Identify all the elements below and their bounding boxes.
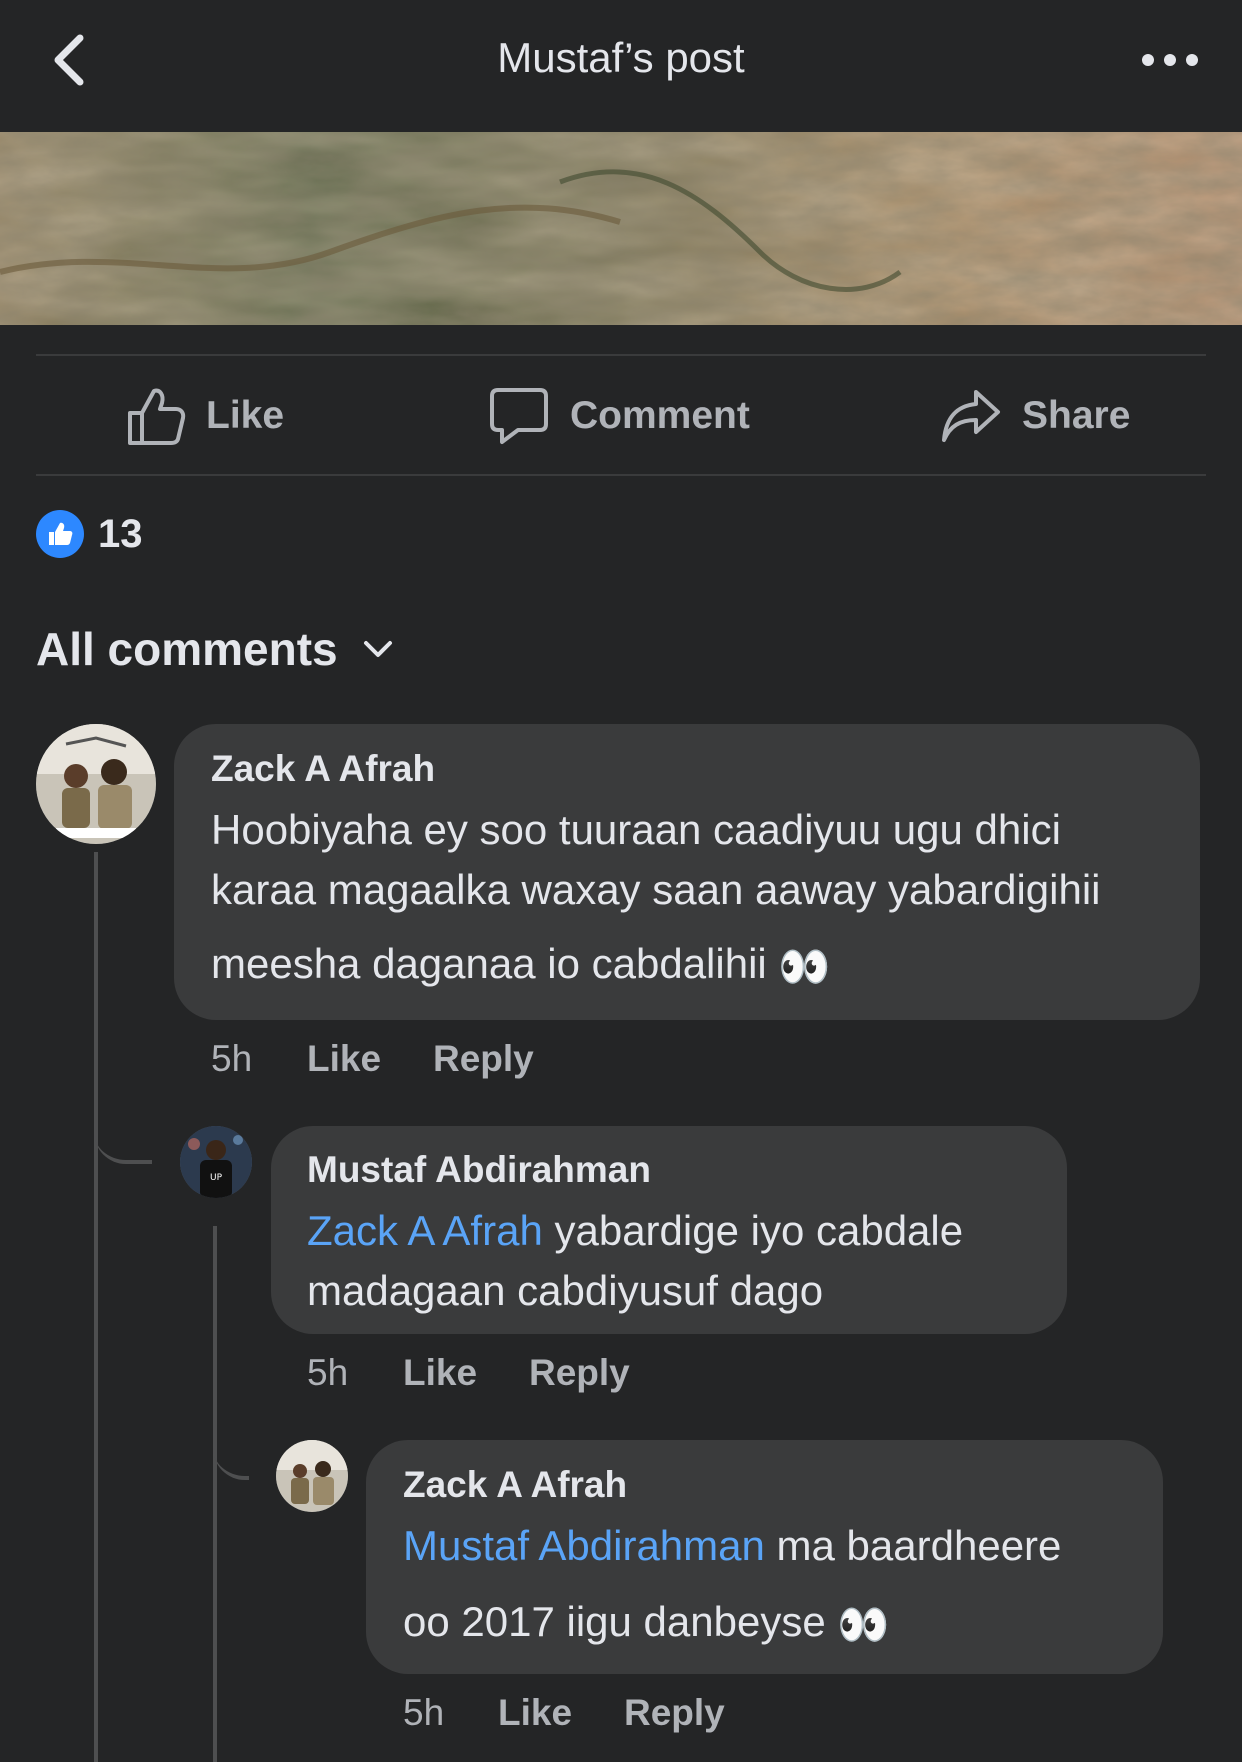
like-label: Like: [206, 394, 285, 437]
mention-link[interactable]: Mustaf Abdirahman: [403, 1522, 765, 1569]
comments-filter-label: All comments: [36, 623, 338, 675]
thread-line-level1: [94, 852, 98, 1762]
comment-author[interactable]: Mustaf Abdirahman: [307, 1149, 651, 1191]
share-arrow-icon: [942, 390, 1000, 442]
comment-like-button[interactable]: Like: [498, 1692, 572, 1734]
comment-reply-button[interactable]: Reply: [624, 1692, 725, 1734]
comment-timestamp: 5h: [403, 1692, 445, 1733]
comment-text-line: oo 2017 iigu danbeyse 👀: [403, 1598, 890, 1649]
thread-connector-reply1: [94, 1100, 152, 1164]
satellite-map-image: [0, 132, 1242, 325]
reaction-summary[interactable]: 13: [36, 510, 143, 558]
share-button[interactable]: Share: [940, 380, 1130, 452]
post-image[interactable]: [0, 132, 1242, 325]
divider-top: [36, 354, 1206, 356]
comment-text-line: Hoobiyaha ey soo tuuraan caadiyuu ugu dh…: [211, 806, 1061, 853]
mention-link[interactable]: Zack A Afrah: [307, 1207, 543, 1254]
avatar-zack-a-afrah[interactable]: [36, 724, 156, 844]
comment-text-line: karaa magaalka waxay saan aaway yabardig…: [211, 866, 1101, 913]
comment-reply-button[interactable]: Reply: [529, 1352, 630, 1394]
divider-bottom: [36, 474, 1206, 476]
chevron-down-icon: [363, 641, 392, 657]
share-label: Share: [1022, 394, 1131, 437]
comment-button[interactable]: Comment: [488, 380, 750, 452]
comment-timestamp: 5h: [211, 1038, 253, 1079]
avatar-mustaf-abdirahman[interactable]: UP: [180, 1126, 252, 1198]
reaction-count: 13: [98, 511, 143, 556]
like-button[interactable]: Like: [126, 380, 284, 452]
comment-text-line: Zack A Afrah yabardige iyo cabdale: [307, 1207, 964, 1254]
comment-label: Comment: [570, 394, 750, 437]
comment-like-button[interactable]: Like: [403, 1352, 477, 1394]
comment-reply-button[interactable]: Reply: [433, 1038, 534, 1080]
thumbs-up-outline-icon: [128, 388, 186, 445]
svg-text:UP: UP: [210, 1173, 223, 1183]
eyes-emoji: 👀: [778, 941, 831, 991]
comment-author[interactable]: Zack A Afrah: [211, 748, 435, 790]
comment-author[interactable]: Zack A Afrah: [403, 1464, 627, 1506]
comment-text-line: meesha daganaa io cabdalihii 👀: [211, 940, 831, 991]
comment-bubble-icon: [490, 388, 548, 444]
eyes-emoji: 👀: [837, 1599, 890, 1649]
page-title: Mustaf’s post: [497, 34, 745, 81]
top-bar: Mustaf’s post: [0, 0, 1242, 130]
avatar-zack-a-afrah[interactable]: [276, 1440, 348, 1512]
thumbs-up-icon: [36, 510, 84, 558]
comment-text-line: Mustaf Abdirahman ma baardheere: [403, 1522, 1062, 1569]
comments-filter-dropdown[interactable]: All comments: [36, 622, 396, 676]
more-options-button[interactable]: [1140, 44, 1200, 76]
comment-timestamp: 5h: [307, 1352, 349, 1393]
thread-line-level2: [213, 1226, 217, 1762]
comment-text-line: madagaan cabdiyusuf dago: [307, 1267, 824, 1314]
comment-like-button[interactable]: Like: [307, 1038, 381, 1080]
more-dots-icon: [1142, 54, 1198, 66]
thread-connector-reply2: [213, 1416, 249, 1480]
